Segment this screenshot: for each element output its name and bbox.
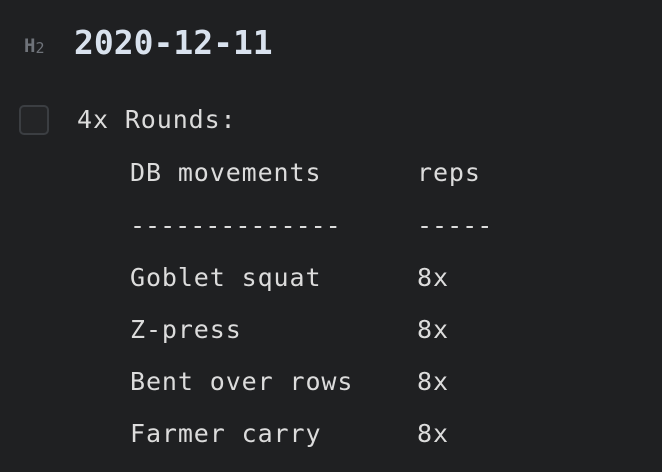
table-separator-movements: --------------: [130, 211, 341, 240]
table-row-reps: 8x: [417, 263, 449, 292]
markdown-editor[interactable]: H2 2020-12-11 4x Rounds: DB movements re…: [0, 0, 662, 472]
table-row-movement: Bent over rows: [130, 367, 354, 396]
task-checkbox[interactable]: [19, 105, 49, 135]
table-header-reps: reps: [417, 158, 481, 187]
heading-marker-level: 2: [35, 39, 45, 57]
table-row-movement: Farmer carry: [130, 419, 322, 448]
table-row-reps: 8x: [417, 367, 449, 396]
date-heading[interactable]: 2020-12-11: [74, 23, 273, 63]
heading-marker-letter: H: [24, 35, 36, 57]
heading-level-marker: H2: [24, 34, 44, 59]
table-row-reps: 8x: [417, 315, 449, 344]
task-title[interactable]: 4x Rounds:: [77, 105, 237, 135]
table-row-movement: Z-press: [130, 315, 242, 344]
table-header-movements: DB movements: [130, 158, 322, 187]
table-row-movement: Goblet squat: [130, 263, 322, 292]
table-separator-reps: -----: [417, 211, 493, 240]
table-row-reps: 8x: [417, 419, 449, 448]
